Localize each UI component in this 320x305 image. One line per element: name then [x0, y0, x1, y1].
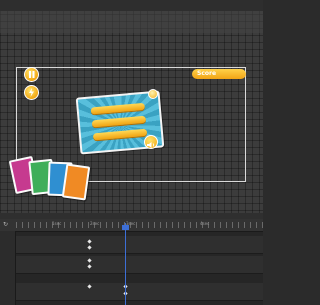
editor-window: Score 1sec 2sec 3sec 4sec ↻: [0, 0, 263, 305]
toolbar-strip: [0, 0, 263, 11]
canvas-header-band: [0, 11, 263, 33]
character-card-4[interactable]: [61, 163, 91, 201]
timeline-row[interactable]: [0, 243, 263, 254]
timeline-row[interactable]: [0, 263, 263, 274]
lightning-icon: [29, 88, 34, 97]
pause-icon: [29, 71, 35, 78]
timeline-row[interactable]: [0, 290, 263, 301]
ruler-label-1: 1sec: [52, 221, 62, 226]
score-bar: Score: [192, 69, 246, 79]
ruler-label-2: 2sec: [90, 221, 100, 226]
playhead-handle[interactable]: [122, 225, 129, 230]
score-label: Score: [197, 70, 217, 77]
playhead[interactable]: [125, 223, 126, 305]
timeline-layer-column: [0, 231, 16, 305]
dialog-button-2[interactable]: [91, 115, 147, 128]
sound-button[interactable]: [144, 135, 158, 149]
close-icon[interactable]: [148, 89, 158, 99]
ruler-label-4: 4sec: [200, 221, 210, 226]
lightning-button[interactable]: [24, 85, 39, 100]
refresh-icon[interactable]: ↻: [3, 221, 8, 229]
dialog-button-3[interactable]: [92, 128, 148, 141]
timeline-ruler[interactable]: 1sec 2sec 3sec 4sec: [0, 219, 263, 232]
dialog-button-1[interactable]: [90, 102, 145, 115]
pause-button[interactable]: [24, 67, 39, 82]
sound-icon: [147, 142, 155, 148]
